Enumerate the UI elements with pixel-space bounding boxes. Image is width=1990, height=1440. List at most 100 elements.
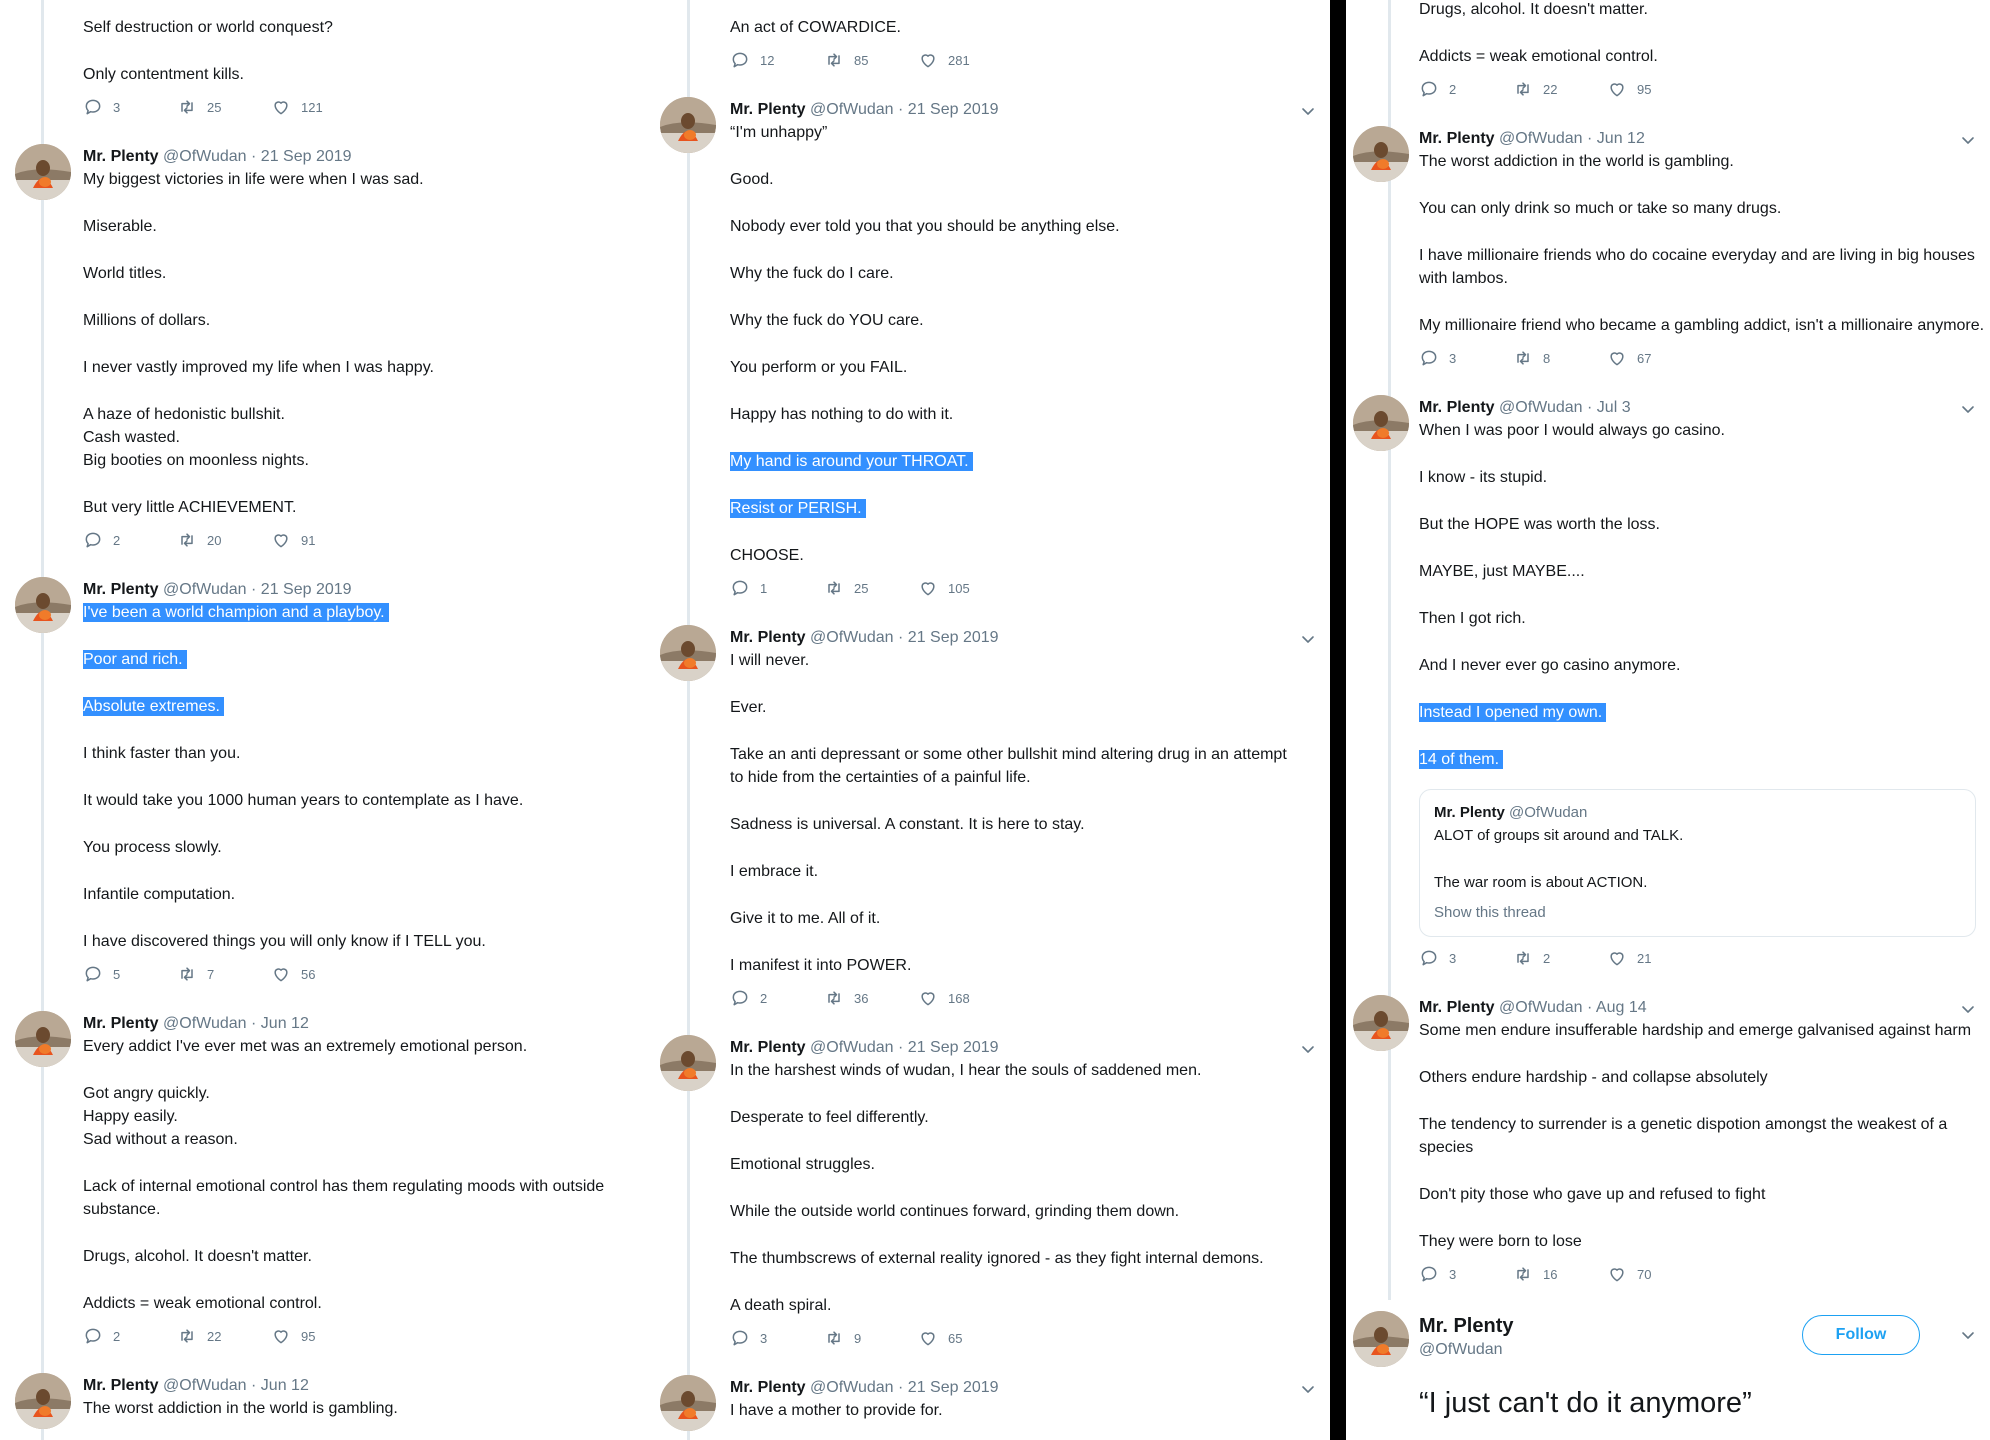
- like-button[interactable]: 95: [271, 1326, 365, 1346]
- chevron-down-icon[interactable]: [1300, 1381, 1316, 1397]
- author-name[interactable]: Mr. Plenty: [83, 148, 159, 165]
- retweet-button[interactable]: 85: [824, 50, 918, 70]
- show-thread-link[interactable]: Show this thread: [1434, 902, 1961, 924]
- tweet-date[interactable]: Jun 12: [1597, 130, 1645, 147]
- featured-tweet[interactable]: Mr. Plenty @OfWudan Follow “I just can't do…: [1353, 1311, 1990, 1440]
- reply-button[interactable]: 2: [730, 988, 824, 1008]
- author-name[interactable]: Mr. Plenty: [1419, 130, 1495, 147]
- tweet[interactable]: Mr. Plenty @OfWudan · 21 Sep 2019 “I'm un…: [660, 97, 1330, 613]
- reply-button[interactable]: 2: [83, 1326, 177, 1346]
- tweet[interactable]: Mr. Plenty @OfWudan · 21 Sep 2019 I have …: [660, 1375, 1330, 1432]
- author-name[interactable]: Mr. Plenty: [730, 1039, 806, 1056]
- reply-button[interactable]: 1: [730, 578, 824, 598]
- author-handle[interactable]: @OfWudan: [810, 1379, 894, 1396]
- reply-button[interactable]: 3: [1419, 948, 1513, 968]
- author-handle[interactable]: @OfWudan: [1499, 130, 1583, 147]
- author-handle[interactable]: @OfWudan: [163, 1377, 247, 1394]
- retweet-button[interactable]: 7: [177, 964, 271, 984]
- chevron-down-icon[interactable]: [1300, 103, 1316, 119]
- tweet[interactable]: Mr. Plenty @OfWudan · Jun 12 Every addict…: [15, 1011, 655, 1361]
- tweet-date[interactable]: 21 Sep 2019: [908, 1379, 999, 1396]
- avatar[interactable]: [660, 1375, 716, 1431]
- tweet[interactable]: An act of COWARDICE. 12 85 281: [730, 16, 1330, 85]
- reply-button[interactable]: 2: [83, 530, 177, 550]
- chevron-down-icon[interactable]: [1960, 1001, 1976, 1017]
- avatar[interactable]: [15, 577, 71, 633]
- author-name[interactable]: Mr. Plenty: [1419, 399, 1495, 416]
- like-button[interactable]: 70: [1607, 1264, 1701, 1284]
- tweet[interactable]: Mr. Plenty @OfWudan · 21 Sep 2019 In the …: [660, 1035, 1330, 1363]
- tweet[interactable]: Mr. Plenty @OfWudan · Jun 12 The worst ad…: [1353, 126, 1990, 383]
- tweet-date[interactable]: 21 Sep 2019: [908, 629, 999, 646]
- quoted-tweet[interactable]: Mr. Plenty @OfWudan ALOT of groups sit ar…: [1419, 789, 1976, 937]
- author-name[interactable]: Mr. Plenty: [1419, 999, 1495, 1016]
- author-handle[interactable]: @OfWudan: [810, 1039, 894, 1056]
- tweet-date[interactable]: 21 Sep 2019: [908, 1039, 999, 1056]
- retweet-button[interactable]: 25: [824, 578, 918, 598]
- retweet-button[interactable]: 20: [177, 530, 271, 550]
- author-name[interactable]: Mr. Plenty: [730, 1379, 806, 1396]
- like-button[interactable]: 21: [1607, 948, 1701, 968]
- chevron-down-icon[interactable]: [1960, 401, 1976, 417]
- reply-button[interactable]: 5: [83, 964, 177, 984]
- chevron-down-icon[interactable]: [1300, 1041, 1316, 1057]
- tweet[interactable]: Self destruction or world conquest? Only …: [83, 16, 655, 132]
- like-button[interactable]: 67: [1607, 348, 1701, 368]
- author-handle[interactable]: @OfWudan: [1499, 999, 1583, 1016]
- like-button[interactable]: 105: [918, 578, 1012, 598]
- retweet-button[interactable]: 22: [1513, 79, 1607, 99]
- avatar[interactable]: [1353, 395, 1409, 451]
- retweet-button[interactable]: 2: [1513, 948, 1607, 968]
- retweet-button[interactable]: 25: [177, 97, 271, 117]
- avatar[interactable]: [660, 625, 716, 681]
- author-handle[interactable]: @OfWudan: [163, 1015, 247, 1032]
- tweet[interactable]: Mr. Plenty @OfWudan · 21 Sep 2019 My bigg…: [15, 144, 655, 565]
- reply-button[interactable]: 2: [1419, 79, 1513, 99]
- retweet-button[interactable]: 8: [1513, 348, 1607, 368]
- tweet-date[interactable]: 21 Sep 2019: [261, 148, 352, 165]
- author-name[interactable]: Mr. Plenty: [83, 1377, 159, 1394]
- avatar[interactable]: [1353, 995, 1409, 1051]
- author-handle[interactable]: @OfWudan: [163, 581, 247, 598]
- author-name[interactable]: Mr. Plenty: [83, 1015, 159, 1032]
- retweet-button[interactable]: 16: [1513, 1264, 1607, 1284]
- chevron-down-icon[interactable]: [1960, 1327, 1976, 1343]
- like-button[interactable]: 91: [271, 530, 365, 550]
- tweet-date[interactable]: Aug 14: [1596, 999, 1647, 1016]
- tweet-date[interactable]: 21 Sep 2019: [261, 581, 352, 598]
- tweet-date[interactable]: 21 Sep 2019: [908, 101, 999, 118]
- tweet-date[interactable]: Jul 3: [1597, 399, 1631, 416]
- avatar[interactable]: [660, 1035, 716, 1091]
- reply-button[interactable]: 3: [730, 1328, 824, 1348]
- chevron-down-icon[interactable]: [1960, 132, 1976, 148]
- tweet-date[interactable]: Jun 12: [261, 1015, 309, 1032]
- reply-button[interactable]: 3: [83, 97, 177, 117]
- retweet-button[interactable]: 22: [177, 1326, 271, 1346]
- author-name[interactable]: Mr. Plenty: [730, 101, 806, 118]
- retweet-button[interactable]: 36: [824, 988, 918, 1008]
- avatar[interactable]: [1353, 126, 1409, 182]
- author-name[interactable]: Mr. Plenty: [83, 581, 159, 598]
- author-handle[interactable]: @OfWudan: [1499, 399, 1583, 416]
- like-button[interactable]: 121: [271, 97, 365, 117]
- follow-button[interactable]: Follow: [1802, 1315, 1920, 1355]
- reply-button[interactable]: 3: [1419, 1264, 1513, 1284]
- avatar[interactable]: [660, 97, 716, 153]
- author-handle[interactable]: @OfWudan: [810, 629, 894, 646]
- avatar[interactable]: [15, 1373, 71, 1429]
- chevron-down-icon[interactable]: [1300, 631, 1316, 647]
- tweet[interactable]: Mr. Plenty @OfWudan · 21 Sep 2019 I will …: [660, 625, 1330, 1023]
- like-button[interactable]: 95: [1607, 79, 1701, 99]
- like-button[interactable]: 281: [918, 50, 1012, 70]
- author-handle[interactable]: @OfWudan: [810, 101, 894, 118]
- avatar[interactable]: [15, 1011, 71, 1067]
- tweet[interactable]: Mr. Plenty @OfWudan · Jul 3 When I was po…: [1353, 395, 1990, 983]
- reply-button[interactable]: 3: [1419, 348, 1513, 368]
- retweet-button[interactable]: 9: [824, 1328, 918, 1348]
- author-handle[interactable]: @OfWudan: [163, 148, 247, 165]
- reply-button[interactable]: 12: [730, 50, 824, 70]
- like-button[interactable]: 168: [918, 988, 1012, 1008]
- like-button[interactable]: 65: [918, 1328, 1012, 1348]
- avatar[interactable]: [1353, 1311, 1409, 1367]
- author-name[interactable]: Mr. Plenty: [730, 629, 806, 646]
